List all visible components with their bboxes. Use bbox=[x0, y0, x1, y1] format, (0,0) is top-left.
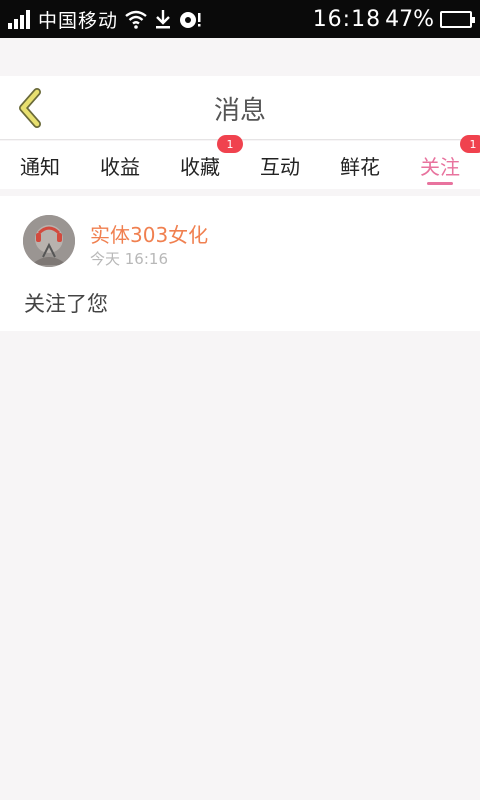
page-title: 消息 bbox=[213, 96, 266, 126]
status-bar: 中国移动 16:18 47% bbox=[0, 0, 480, 38]
message-timestamp: 今天 16:16 bbox=[90, 250, 168, 268]
tab-label: 收益 bbox=[100, 155, 140, 179]
battery-percentage: 47% bbox=[385, 6, 434, 32]
status-bar-left: 中国移动 bbox=[8, 0, 212, 38]
tab-label: 通知 bbox=[20, 155, 60, 179]
tab-flowers[interactable]: 鲜花 bbox=[320, 141, 400, 189]
wifi-icon bbox=[125, 10, 147, 29]
tab-label: 关注 bbox=[420, 155, 460, 179]
sender-name[interactable]: 实体303女化 bbox=[90, 219, 208, 248]
message-text: 关注了您 bbox=[24, 292, 108, 316]
tab-label: 互动 bbox=[260, 155, 300, 179]
tab-favorites[interactable]: 收藏 1 bbox=[160, 135, 243, 189]
avatar[interactable] bbox=[23, 215, 75, 267]
sync-icon bbox=[180, 12, 201, 28]
tab-follows[interactable]: 关注 1 bbox=[400, 135, 480, 189]
active-tab-indicator bbox=[427, 182, 453, 185]
tab-bar: 通知 收益 收藏 1 互动 鲜花 关注 1 bbox=[0, 135, 480, 189]
message-item[interactable]: 实体303女化 今天 16:16 关注了您 bbox=[0, 196, 480, 331]
battery-icon bbox=[440, 10, 475, 28]
tab-earnings[interactable]: 收益 bbox=[80, 141, 160, 189]
tab-interactions[interactable]: 互动 bbox=[240, 141, 320, 189]
tab-badge: 1 bbox=[460, 135, 480, 153]
avatar-image bbox=[23, 215, 75, 267]
tab-label: 鲜花 bbox=[340, 155, 380, 179]
carrier-name: 中国移动 bbox=[38, 9, 119, 32]
tab-notifications[interactable]: 通知 bbox=[0, 141, 80, 189]
clock: 16:18 bbox=[312, 6, 382, 32]
signal-icon bbox=[8, 9, 32, 29]
tab-label: 收藏 bbox=[180, 155, 220, 179]
header: 消息 bbox=[0, 76, 480, 140]
status-bar-right: 16:18 47% bbox=[312, 0, 475, 38]
download-icon bbox=[156, 10, 171, 29]
